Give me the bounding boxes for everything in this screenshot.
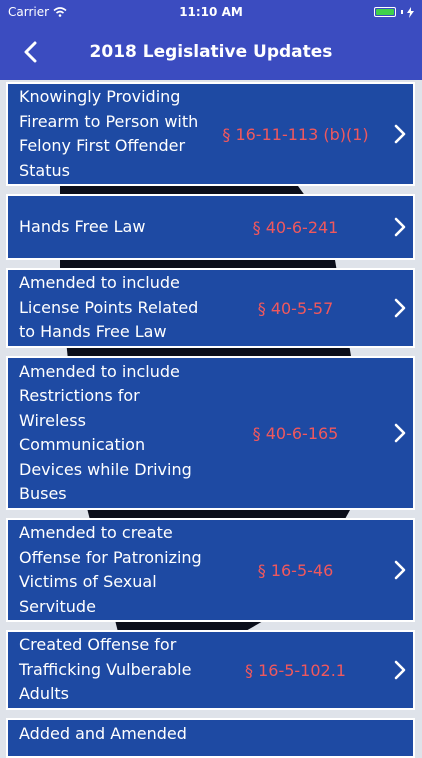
chevron-right-icon [394, 560, 406, 580]
list-item[interactable]: Hands Free Law § 40-6-241 [6, 194, 415, 260]
item-label: Amended to create Offense for Patronizin… [19, 523, 202, 616]
page-title: 2018 Legislative Updates [89, 42, 333, 62]
wifi-icon [53, 7, 67, 17]
chevron-right-icon [394, 124, 406, 144]
status-bar: Carrier 11:10 AM [0, 0, 422, 24]
item-code: § 40-6-165 [252, 423, 339, 443]
chevron-right-icon [394, 298, 406, 318]
list-item[interactable]: Amended to include Restrictions for Wire… [6, 356, 415, 510]
battery-tip-icon [401, 10, 403, 14]
list-item[interactable]: Amended to create Offense for Patronizin… [6, 518, 415, 622]
charging-bolt-icon [407, 6, 414, 18]
navigation-bar: 2018 Legislative Updates [0, 24, 422, 80]
list-item[interactable]: Amended to include License Points Relate… [6, 268, 415, 348]
item-label: Added and Amended [19, 724, 187, 743]
list-item[interactable]: Created Offense for Trafficking Vulberab… [6, 630, 415, 710]
item-code: § 16-5-46 [257, 560, 334, 580]
item-code: § 40-6-241 [252, 217, 339, 237]
back-button[interactable] [14, 36, 46, 68]
list-item[interactable]: Knowingly Providing Firearm to Person wi… [6, 82, 415, 186]
item-label: Amended to include License Points Relate… [19, 273, 199, 342]
battery-icon [374, 7, 396, 17]
chevron-right-icon [394, 217, 406, 237]
item-label: Hands Free Law [19, 216, 146, 236]
item-code: § 16-5-102.1 [245, 660, 346, 680]
item-label: Created Offense for Trafficking Vulberab… [19, 635, 192, 704]
carrier-label: Carrier [8, 5, 50, 19]
chevron-right-icon [394, 660, 406, 680]
item-code: § 16-11-113 (b)(1) [222, 124, 369, 144]
status-right [374, 6, 414, 18]
item-code: § 40-5-57 [257, 298, 334, 318]
item-label: Amended to include Restrictions for Wire… [19, 361, 192, 504]
chevron-right-icon [394, 423, 406, 443]
list-item[interactable]: Added and Amended [6, 718, 415, 758]
item-label: Knowingly Providing Firearm to Person wi… [19, 87, 199, 180]
chevron-left-icon [24, 41, 37, 63]
status-left: Carrier [8, 5, 67, 19]
